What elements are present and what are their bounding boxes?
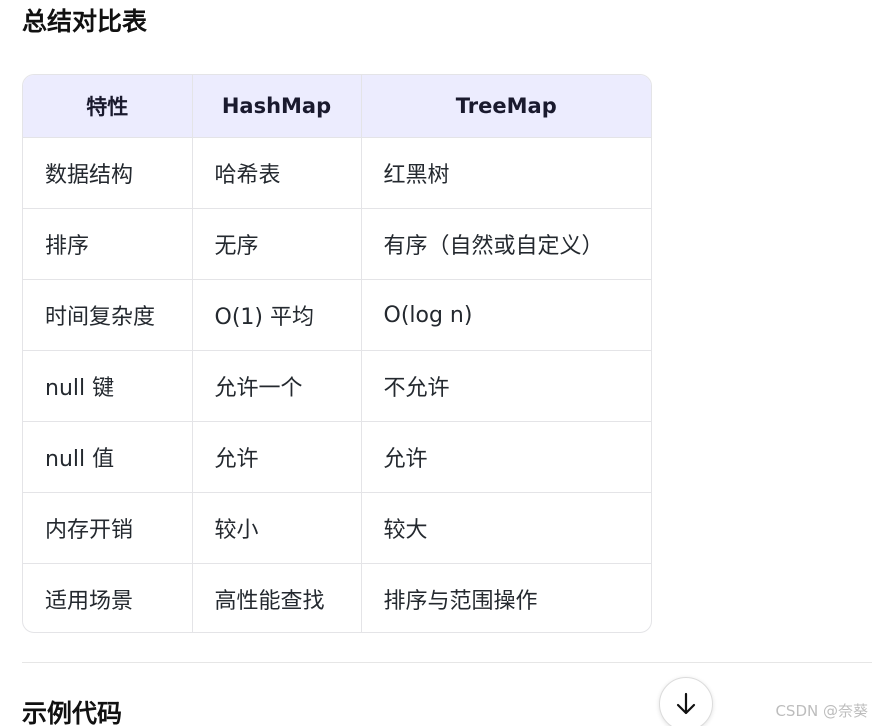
row-feature-cell: null 值 xyxy=(23,421,193,493)
row-hashmap-cell: 哈希表 xyxy=(192,137,362,209)
row-feature-cell: null 键 xyxy=(23,350,193,422)
scroll-to-bottom-button[interactable] xyxy=(659,677,713,726)
row-treemap-cell: 红黑树 xyxy=(361,137,651,209)
header-treemap: TreeMap xyxy=(361,75,651,138)
row-treemap-cell: 较大 xyxy=(361,492,651,564)
row-feature-cell: 适用场景 xyxy=(23,563,193,632)
row-hashmap-cell: 允许一个 xyxy=(192,350,362,422)
table-row: null 值 允许 允许 xyxy=(23,421,651,493)
table-row: null 键 允许一个 不允许 xyxy=(23,350,651,422)
row-feature-cell: 内存开销 xyxy=(23,492,193,564)
next-section-title: 示例代码 xyxy=(22,699,123,726)
table-row: 排序 无序 有序（自然或自定义） xyxy=(23,208,651,280)
row-treemap-cell: 排序与范围操作 xyxy=(383,589,538,614)
row-treemap-cell: 不允许 xyxy=(361,350,651,422)
row-hashmap-cell: 无序 xyxy=(192,208,362,280)
row-treemap-cell: O(log n) xyxy=(361,279,651,351)
table-row: 适用场景 高性能查找 排序与范围操作 xyxy=(23,563,651,632)
header-feature: 特性 xyxy=(23,75,193,138)
watermark: CSDN @奈葵 xyxy=(775,702,868,720)
row-hashmap-cell: O(1) 平均 xyxy=(192,279,362,351)
section-divider xyxy=(22,662,872,663)
arrow-down-icon xyxy=(675,692,697,720)
row-treemap-cell: 有序（自然或自定义） xyxy=(361,208,651,280)
table-header-row: 特性 HashMap TreeMap xyxy=(23,75,651,138)
header-hashmap: HashMap xyxy=(192,75,362,138)
row-hashmap-cell: 较小 xyxy=(192,492,362,564)
comparison-table-container: 特性 HashMap TreeMap 数据结构 哈希表 红黑树 排序 无序 有序… xyxy=(22,74,652,633)
table-row: 时间复杂度 O(1) 平均 O(log n) xyxy=(23,279,651,351)
table-row: 内存开销 较小 较大 xyxy=(23,492,651,564)
row-treemap-cell: 允许 xyxy=(361,421,651,493)
row-hashmap-cell: 高性能查找 xyxy=(192,563,362,632)
row-feature-cell: 排序 xyxy=(23,208,193,280)
page: 总结对比表 特性 HashMap TreeMap 数据结构 哈希表 红黑树 排序 xyxy=(0,0,872,726)
section-title: 总结对比表 xyxy=(22,7,148,36)
row-feature-cell: 数据结构 xyxy=(23,137,193,209)
row-hashmap-cell: 允许 xyxy=(192,421,362,493)
row-feature-cell: 时间复杂度 xyxy=(23,279,193,351)
table-row: 数据结构 哈希表 红黑树 xyxy=(23,137,651,209)
comparison-table: 特性 HashMap TreeMap 数据结构 哈希表 红黑树 排序 无序 有序… xyxy=(23,75,651,632)
